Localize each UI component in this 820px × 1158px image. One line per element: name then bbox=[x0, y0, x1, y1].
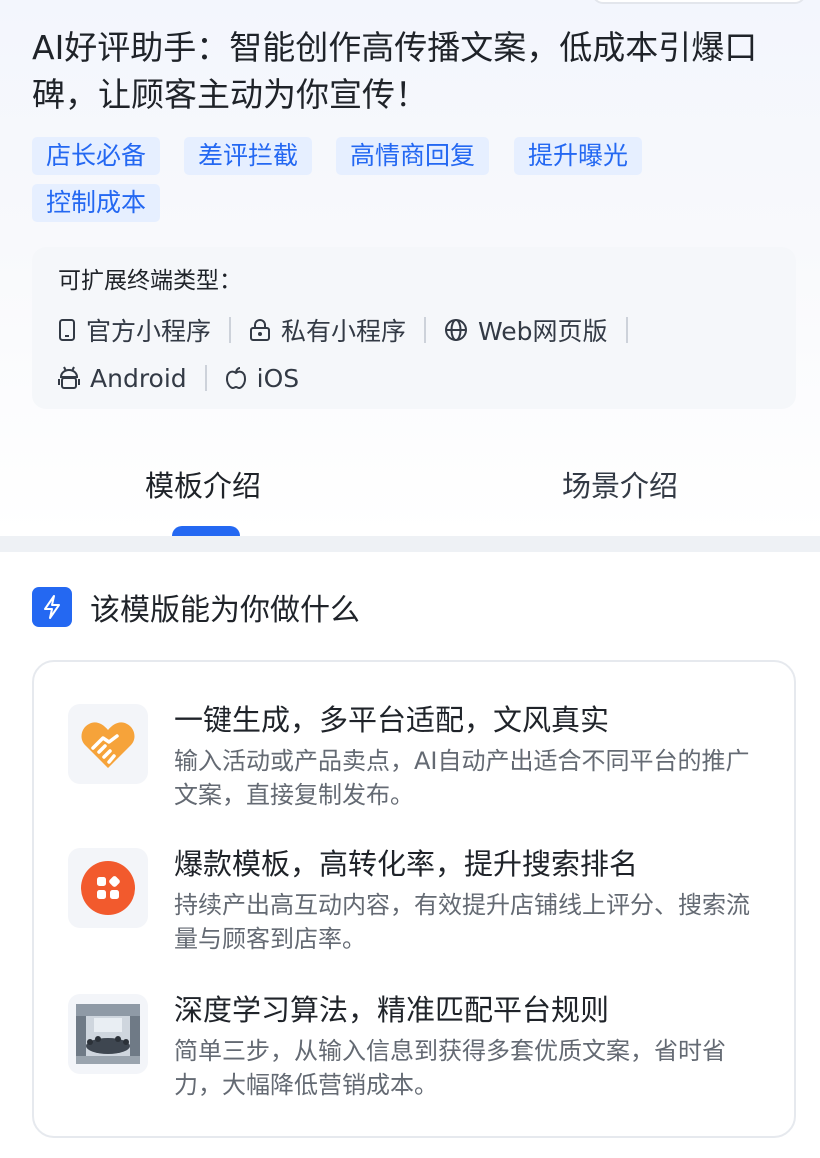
lock-icon bbox=[250, 319, 271, 341]
separator bbox=[424, 317, 427, 343]
android-icon bbox=[58, 366, 80, 389]
terminal-row: Android iOS bbox=[58, 358, 299, 398]
mobile-icon bbox=[59, 319, 75, 341]
terminal-item-label: Android bbox=[90, 363, 187, 393]
lightning-icon bbox=[32, 587, 72, 627]
terminal-types-panel: 可扩展终端类型： 官方小程序 私有小程序 Web网页版 Android iOS bbox=[32, 247, 796, 409]
feature-description: 持续产出高互动内容，有效提升店铺线上评分、搜索流量与顾客到店率。 bbox=[174, 891, 750, 953]
separator bbox=[229, 317, 232, 343]
tab-scene-intro[interactable]: 场景介绍 bbox=[562, 460, 678, 512]
tag-item: 高情商回复 bbox=[336, 137, 490, 175]
section-title: 该模版能为你做什么 bbox=[90, 593, 360, 628]
tag-item: 差评拦截 bbox=[184, 137, 313, 175]
feature-title: 爆款模板，高转化率，提升搜索排名 bbox=[174, 847, 639, 881]
page-title: AI好评助手：智能创作高传播文案，低成本引爆口碑，让顾客主动为你宣传！ bbox=[32, 28, 758, 114]
separator bbox=[204, 365, 207, 391]
active-tab-indicator bbox=[172, 526, 240, 536]
globe-icon bbox=[445, 319, 468, 341]
terminal-item-official-miniprogram: 官方小程序 bbox=[58, 312, 211, 348]
terminal-item-web: Web网页版 bbox=[444, 312, 608, 348]
terminal-row: 官方小程序 私有小程序 Web网页版 bbox=[58, 310, 646, 350]
template-header-section: AI好评助手：智能创作高传播文案，低成本引爆口碑，让顾客主动为你宣传！ 店长必备… bbox=[0, 0, 820, 536]
feature-description: 输入活动或产品卖点，AI自动产出适合不同平台的推广文案，直接复制发布。 bbox=[174, 747, 750, 809]
apps-icon bbox=[68, 848, 148, 928]
tag-item: 店长必备 bbox=[32, 137, 161, 175]
section-header: 该模版能为你做什么 bbox=[32, 586, 360, 628]
feature-description: 简单三步，从输入信息到获得多套优质文案，省时省力，大幅降低营销成本。 bbox=[174, 1037, 726, 1099]
terminal-item-label: 官方小程序 bbox=[86, 317, 212, 346]
apple-icon bbox=[225, 367, 246, 390]
terminal-item-label: Web网页版 bbox=[478, 317, 608, 346]
meeting-room-photo bbox=[68, 994, 148, 1074]
feature-title: 深度学习算法，精准匹配平台规则 bbox=[174, 993, 610, 1027]
terminal-item-private-miniprogram: 私有小程序 bbox=[249, 312, 406, 348]
terminal-types-label: 可扩展终端类型： bbox=[58, 268, 242, 294]
handshake-icon bbox=[68, 704, 148, 784]
terminal-item-label: iOS bbox=[256, 363, 300, 393]
features-card: 一键生成，多平台适配，文风真实 输入活动或产品卖点，AI自动产出适合不同平台的推… bbox=[32, 660, 796, 1138]
feature-title: 一键生成，多平台适配，文风真实 bbox=[174, 703, 610, 737]
tab-template-intro[interactable]: 模板介绍 bbox=[145, 460, 261, 512]
terminal-item-android: Android bbox=[58, 364, 187, 393]
separator bbox=[625, 317, 628, 343]
tab-bar: 模板介绍 场景介绍 bbox=[0, 460, 820, 536]
terminal-item-label: 私有小程序 bbox=[281, 317, 407, 346]
top-pill-button[interactable] bbox=[592, 0, 806, 4]
tag-item: 控制成本 bbox=[32, 184, 161, 222]
section-divider bbox=[0, 536, 820, 552]
terminal-item-ios: iOS bbox=[225, 363, 300, 393]
tag-item: 提升曝光 bbox=[514, 137, 643, 175]
